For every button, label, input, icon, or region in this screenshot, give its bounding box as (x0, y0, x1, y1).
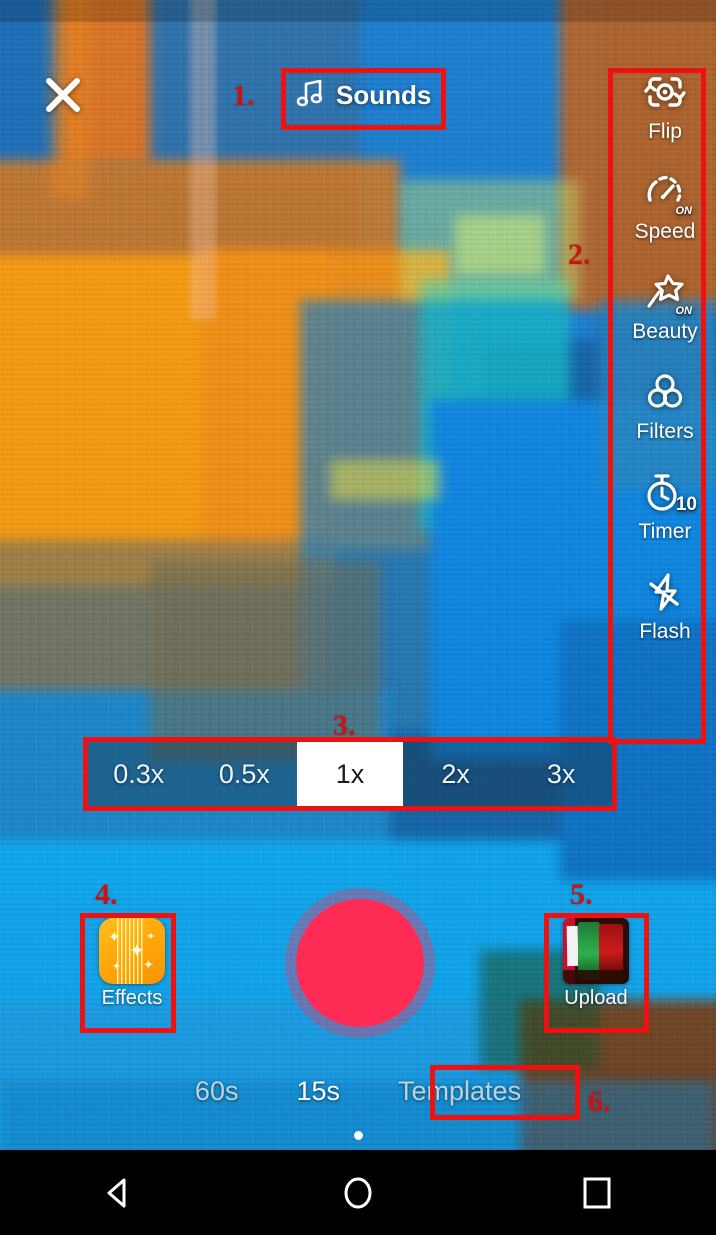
three-circles-icon (641, 368, 689, 416)
close-icon[interactable] (40, 72, 86, 118)
speed-selector[interactable]: 0.3x 0.5x 1x 2x 3x (86, 741, 614, 807)
sidebar-badge-speed: ON (675, 205, 693, 217)
magic-wand-star-icon: ON (641, 268, 692, 317)
annotation-number-4: 4. (95, 878, 118, 911)
sidebar-label-flash: Flash (639, 620, 691, 643)
flip-camera-icon (641, 68, 689, 116)
speed-option-1x[interactable]: 1x (297, 741, 403, 807)
sparkle-effects-icon: ✦ ✦ ✦ ✦ ✦ (99, 918, 165, 984)
sidebar-item-beauty[interactable]: ON Beauty (630, 268, 700, 344)
annotation-number-6: 6. (588, 1085, 611, 1118)
sidebar-item-flip[interactable]: Flip (630, 68, 700, 144)
sounds-button[interactable]: Sounds (296, 78, 431, 113)
annotation-number-2: 2. (568, 238, 591, 271)
camera-tools-sidebar: Flip ON Speed ON Beauty Filters 10 Timer… (630, 68, 700, 668)
speed-option-0.3x[interactable]: 0.3x (86, 741, 192, 807)
circle-home-icon[interactable] (323, 1158, 393, 1228)
sidebar-label-flip: Flip (648, 120, 682, 143)
effects-button[interactable]: ✦ ✦ ✦ ✦ ✦ Effects (88, 918, 176, 1010)
page-indicator-dot (354, 1131, 363, 1140)
upload-button[interactable]: Upload (552, 918, 640, 1010)
sidebar-label-beauty: Beauty (632, 320, 698, 343)
tab-15s[interactable]: 15s (296, 1076, 340, 1107)
gallery-thumbnail (563, 918, 629, 984)
sidebar-item-filters[interactable]: Filters (630, 368, 700, 444)
speed-option-2x[interactable]: 2x (403, 741, 509, 807)
phone-screen: Sounds Flip ON Speed ON Beauty Filters 1… (0, 0, 716, 1235)
tab-templates[interactable]: Templates (398, 1076, 521, 1107)
sounds-label: Sounds (336, 80, 432, 110)
speed-option-0.5x[interactable]: 0.5x (192, 741, 298, 807)
flash-off-icon (641, 568, 689, 616)
upload-label: Upload (564, 987, 628, 1009)
speedometer-icon: ON (641, 168, 692, 217)
effects-label: Effects (101, 987, 163, 1009)
stopwatch-icon: 10 (641, 468, 697, 516)
sidebar-label-timer: Timer (638, 520, 692, 543)
tab-60s[interactable]: 60s (195, 1076, 239, 1107)
sidebar-item-speed[interactable]: ON Speed (630, 168, 700, 244)
sidebar-badge-timer: 10 (675, 494, 697, 515)
annotation-number-5: 5. (570, 878, 593, 911)
top-shade (0, 0, 716, 22)
annotation-number-1: 1. (232, 79, 255, 112)
music-note-icon (296, 78, 324, 113)
speed-option-3x[interactable]: 3x (508, 741, 614, 807)
android-navigation-bar (0, 1150, 716, 1235)
annotation-number-3: 3. (333, 709, 356, 742)
sidebar-badge-beauty: ON (675, 305, 693, 317)
square-recents-icon[interactable] (562, 1158, 632, 1228)
triangle-back-icon[interactable] (84, 1158, 154, 1228)
sidebar-item-timer[interactable]: 10 Timer (630, 468, 700, 544)
record-button[interactable] (285, 888, 435, 1038)
record-button-inner (296, 899, 424, 1027)
sidebar-label-speed: Speed (634, 220, 696, 243)
sidebar-label-filters: Filters (636, 420, 694, 443)
sidebar-item-flash[interactable]: Flash (630, 568, 700, 644)
